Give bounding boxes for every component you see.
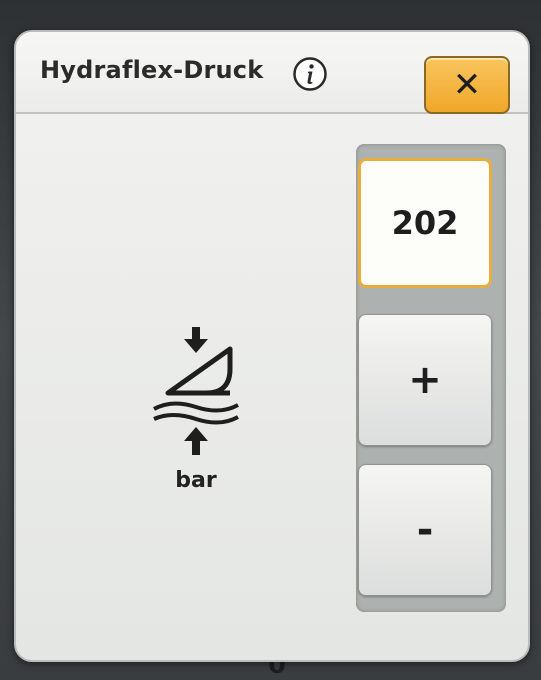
dialog-title-bar: Hydraflex-Druck ✕ — [16, 32, 528, 114]
plus-icon: + — [408, 357, 442, 403]
increment-button[interactable]: + — [358, 314, 492, 446]
unit-label: bar — [175, 468, 217, 493]
dialog-title: Hydraflex-Druck — [40, 56, 264, 84]
pressure-cylinder-icon — [153, 327, 239, 455]
pressure-value-field[interactable]: 202 — [358, 158, 492, 288]
decrement-button[interactable]: - — [358, 464, 492, 596]
pressure-value: 202 — [391, 204, 459, 242]
hydraflex-pressure-dialog: Hydraflex-Druck ✕ bar 202 + - — [14, 30, 530, 662]
info-icon[interactable] — [292, 56, 328, 92]
minus-icon: - — [416, 507, 434, 553]
close-button[interactable]: ✕ — [424, 56, 510, 114]
close-icon: ✕ — [452, 65, 482, 105]
